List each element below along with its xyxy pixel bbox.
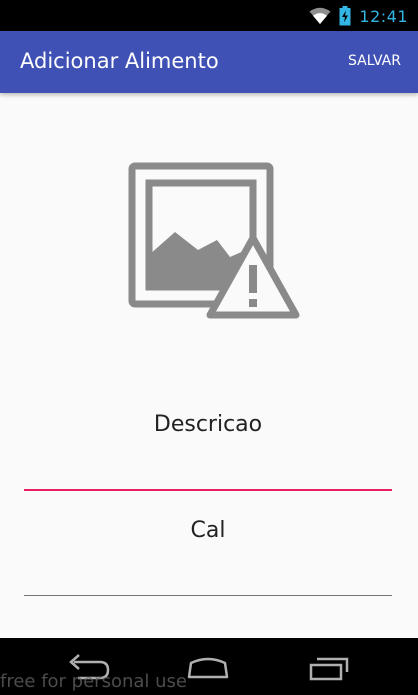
battery-charging-icon: [339, 6, 351, 26]
recent-apps-icon: [309, 657, 349, 681]
app-bar: Adicionar Alimento SALVAR: [0, 31, 418, 93]
description-input[interactable]: Descricao: [24, 412, 392, 437]
calories-underline: [24, 595, 392, 596]
watermark: free for personal use: [0, 671, 187, 692]
status-icons: 12:41: [309, 6, 408, 26]
status-time: 12:41: [359, 6, 408, 26]
food-image[interactable]: [128, 162, 304, 324]
home-button[interactable]: [184, 652, 232, 682]
save-button[interactable]: SALVAR: [348, 53, 401, 69]
page-title: Adicionar Alimento: [20, 49, 219, 73]
home-icon: [187, 657, 229, 679]
status-bar: 12:41: [0, 0, 418, 31]
recent-apps-button[interactable]: [305, 652, 353, 682]
wifi-icon: [309, 7, 331, 24]
calories-field[interactable]: Cal: [24, 518, 392, 598]
calories-input[interactable]: Cal: [24, 518, 392, 543]
description-underline: [24, 489, 392, 491]
description-field[interactable]: Descricao: [24, 412, 392, 492]
broken-image-icon: [128, 162, 300, 319]
